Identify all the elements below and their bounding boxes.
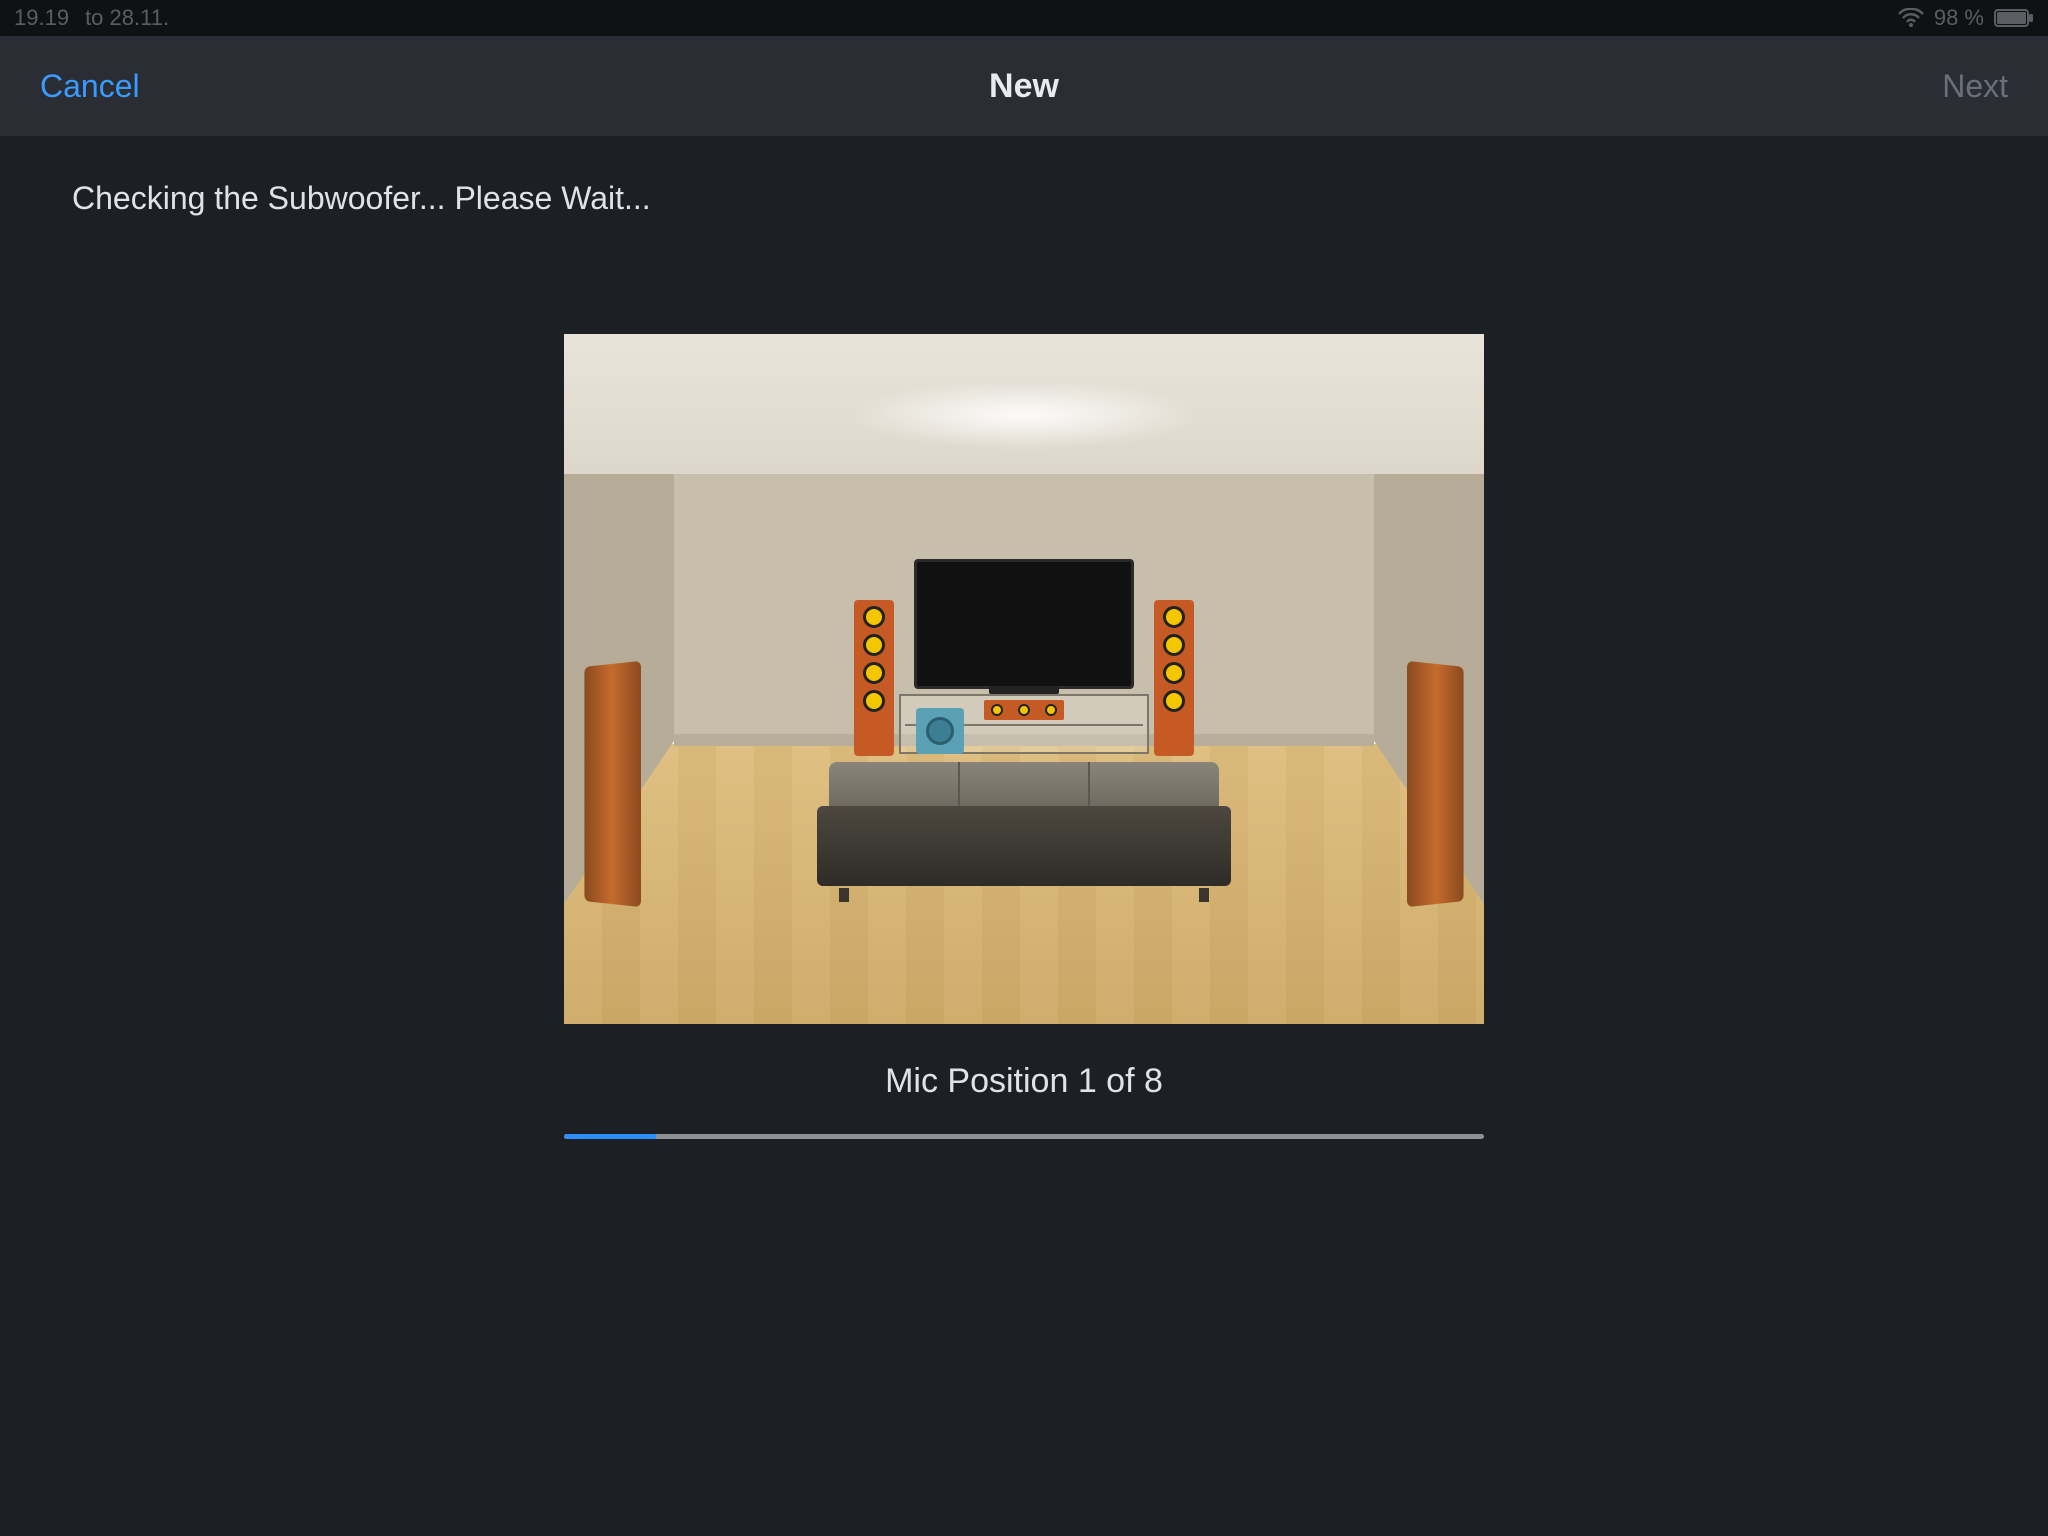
subwoofer-icon	[916, 708, 964, 754]
surround-left-speaker-icon	[584, 661, 641, 907]
sofa-icon	[829, 762, 1219, 892]
battery-percent: 98 %	[1934, 5, 1984, 31]
status-message: Checking the Subwoofer... Please Wait...	[72, 180, 651, 217]
page-title: New	[0, 67, 2048, 106]
surround-right-speaker-icon	[1407, 661, 1464, 907]
progress-fill	[564, 1134, 656, 1139]
room-illustration	[564, 334, 1484, 1024]
wifi-icon	[1898, 8, 1924, 28]
front-right-speaker-icon	[1154, 600, 1194, 756]
status-bar: 19.19 to 28.11. 98 %	[0, 0, 2048, 36]
battery-icon	[1994, 9, 2034, 27]
front-left-speaker-icon	[854, 600, 894, 756]
date: to 28.11.	[85, 5, 169, 31]
content-area: Checking the Subwoofer... Please Wait...…	[0, 136, 2048, 1536]
clock: 19.19	[14, 5, 69, 31]
mic-position-label: Mic Position 1 of 8	[0, 1062, 2048, 1101]
center-speaker-icon	[984, 700, 1064, 720]
cancel-button[interactable]: Cancel	[40, 68, 140, 105]
tv-icon	[914, 559, 1134, 689]
next-button[interactable]: Next	[1942, 68, 2008, 105]
progress-bar	[564, 1134, 1484, 1139]
nav-bar: Cancel New Next	[0, 36, 2048, 136]
